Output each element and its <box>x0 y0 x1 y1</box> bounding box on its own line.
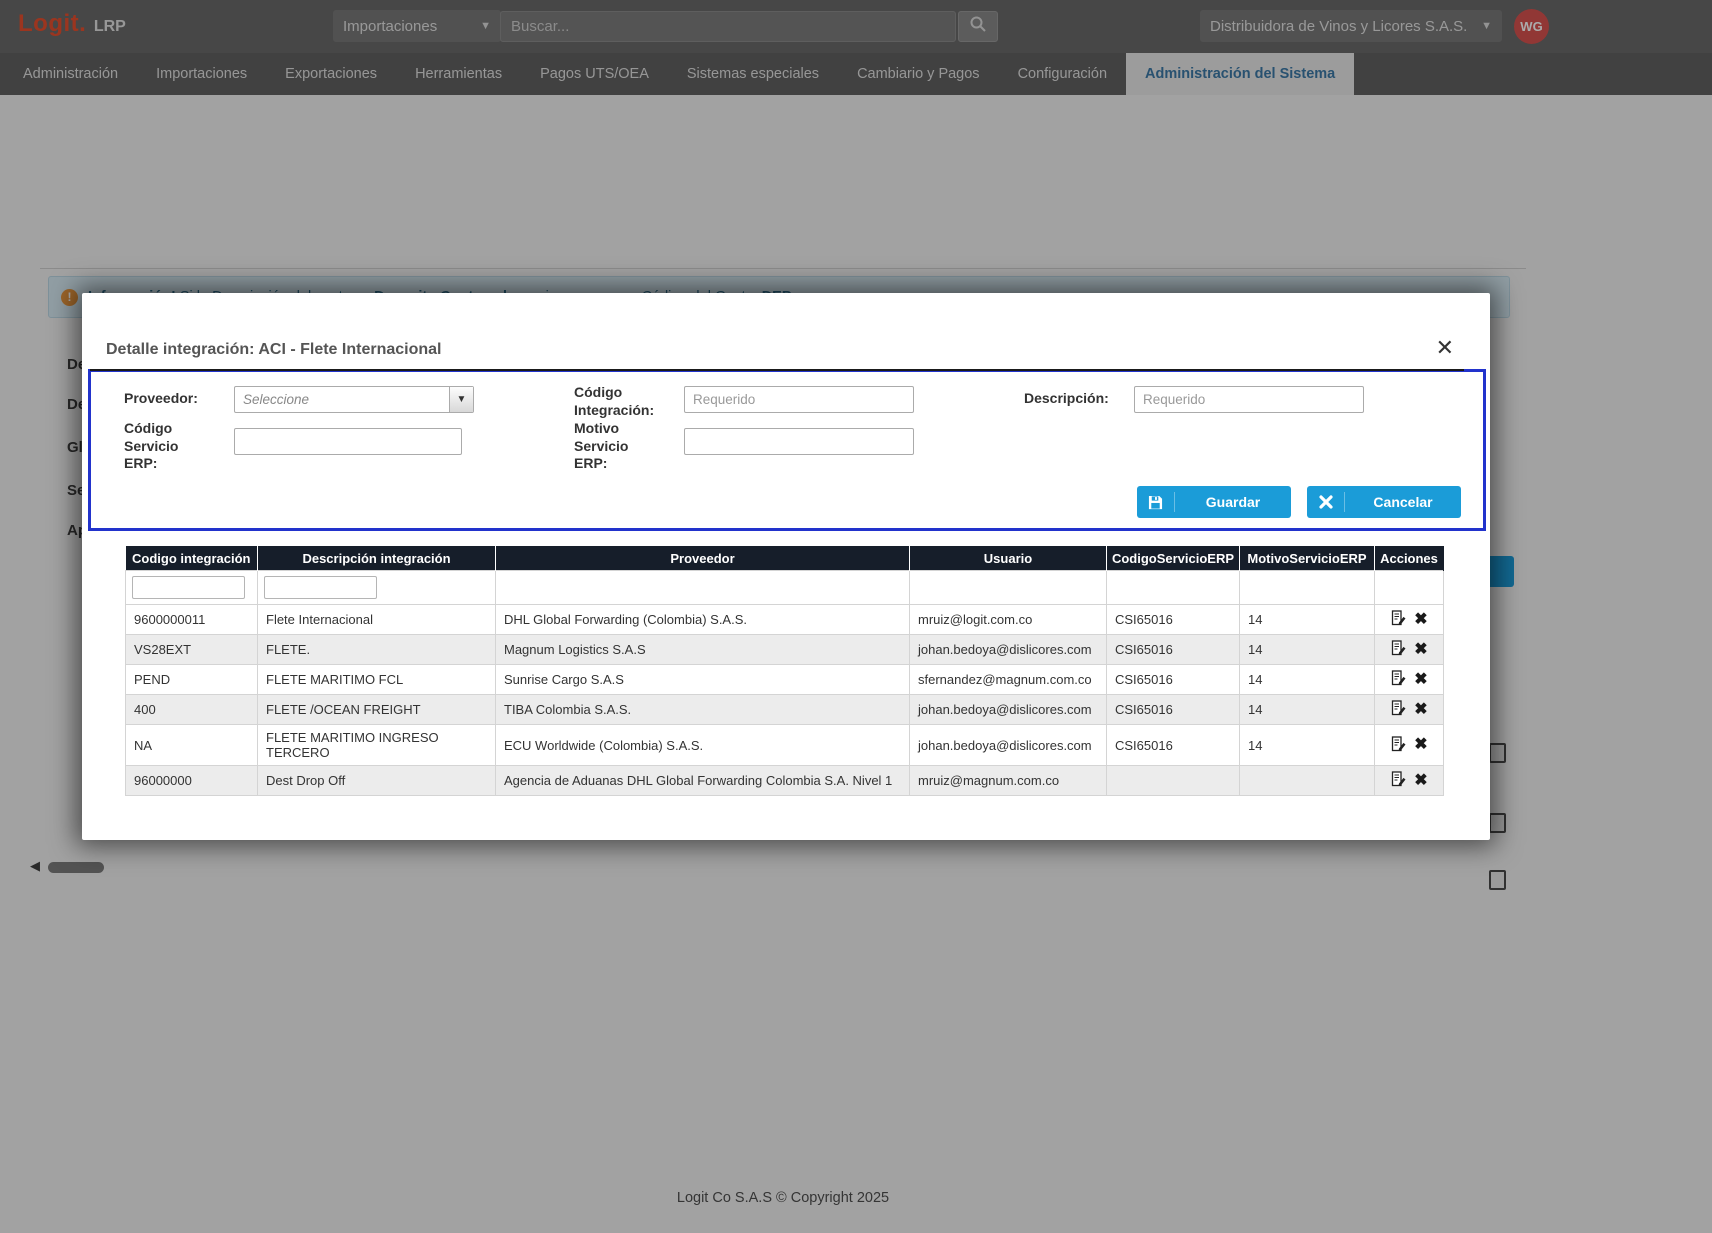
integration-table: Codigo integraciónDescripción integració… <box>125 546 1444 796</box>
cell-codigo: NA <box>126 725 258 766</box>
codigo-integracion-input[interactable] <box>684 386 914 413</box>
delete-icon[interactable]: ✖ <box>1414 737 1427 753</box>
cell-motivo-erp <box>1240 766 1375 796</box>
delete-icon[interactable]: ✖ <box>1414 773 1427 789</box>
cell-proveedor: TIBA Colombia S.A.S. <box>496 695 910 725</box>
cell-codigo-erp: CSI65016 <box>1107 605 1240 635</box>
cell-codigo-erp: CSI65016 <box>1107 725 1240 766</box>
integration-form: Proveedor: Seleccione ▼ Código Integraci… <box>88 369 1486 531</box>
cell-acciones: ✖ <box>1375 665 1444 695</box>
cell-codigo: 400 <box>126 695 258 725</box>
proveedor-label: Proveedor: <box>124 390 198 408</box>
header-row: Codigo integraciónDescripción integració… <box>126 547 1444 571</box>
cell-acciones: ✖ <box>1375 695 1444 725</box>
table-row: VS28EXTFLETE.Magnum Logistics S.A.Sjohan… <box>126 635 1444 665</box>
table-row: 9600000011Flete InternacionalDHL Global … <box>126 605 1444 635</box>
cell-codigo-erp: CSI65016 <box>1107 635 1240 665</box>
cell-proveedor: Magnum Logistics S.A.S <box>496 635 910 665</box>
cell-motivo-erp: 14 <box>1240 635 1375 665</box>
cell-proveedor: Sunrise Cargo S.A.S <box>496 665 910 695</box>
cell-acciones: ✖ <box>1375 766 1444 796</box>
cell-codigo: PEND <box>126 665 258 695</box>
cell-descripcion: FLETE MARITIMO FCL <box>258 665 496 695</box>
column-header[interactable]: Codigo integración <box>126 547 258 571</box>
chevron-down-icon: ▼ <box>449 387 473 412</box>
screen: Logit. LRP Importaciones ▼ Distribuidora… <box>0 0 1712 1233</box>
proveedor-select[interactable]: Seleccione ▼ <box>234 386 474 413</box>
filter-descripcion-input[interactable] <box>264 576 377 599</box>
integration-table-head: Codigo integraciónDescripción integració… <box>126 547 1444 571</box>
column-header[interactable]: MotivoServicioERP <box>1240 547 1375 571</box>
save-button-label: Guardar <box>1175 494 1291 510</box>
column-header[interactable]: Usuario <box>910 547 1107 571</box>
modal-descripcion-label: Descripción: <box>1024 390 1109 408</box>
table-row: NAFLETE MARITIMO INGRESO TERCEROECU Worl… <box>126 725 1444 766</box>
cell-codigo-erp: CSI65016 <box>1107 695 1240 725</box>
column-header[interactable]: Proveedor <box>496 547 910 571</box>
column-header[interactable]: CodigoServicioERP <box>1107 547 1240 571</box>
motivo-servicio-erp-label: Motivo Servicio ERP: <box>574 420 644 473</box>
edit-icon[interactable] <box>1390 610 1406 629</box>
cell-proveedor: DHL Global Forwarding (Colombia) S.A.S. <box>496 605 910 635</box>
cell-usuario: johan.bedoya@dislicores.com <box>910 635 1107 665</box>
cancel-icon <box>1307 492 1345 512</box>
filter-codigo-input[interactable] <box>132 576 245 599</box>
column-header[interactable]: Acciones <box>1375 547 1444 571</box>
codigo-servicio-erp-label: Código Servicio ERP: <box>124 420 194 473</box>
cell-usuario: mruiz@logit.com.co <box>910 605 1107 635</box>
cell-codigo: VS28EXT <box>126 635 258 665</box>
cell-motivo-erp: 14 <box>1240 725 1375 766</box>
modal-descripcion-input[interactable] <box>1134 386 1364 413</box>
cell-codigo-erp: CSI65016 <box>1107 665 1240 695</box>
cell-usuario: johan.bedoya@dislicores.com <box>910 695 1107 725</box>
edit-icon[interactable] <box>1390 771 1406 790</box>
delete-icon[interactable]: ✖ <box>1414 672 1427 688</box>
edit-icon[interactable] <box>1390 670 1406 689</box>
cell-descripcion: FLETE MARITIMO INGRESO TERCERO <box>258 725 496 766</box>
cell-motivo-erp: 14 <box>1240 695 1375 725</box>
save-icon <box>1137 492 1175 512</box>
modal-detalle-integracion: Detalle integración: ACI - Flete Interna… <box>82 293 1490 840</box>
codigo-integracion-label: Código Integración: <box>574 384 666 419</box>
cell-descripcion: Flete Internacional <box>258 605 496 635</box>
motivo-servicio-erp-input[interactable] <box>684 428 914 455</box>
table-row: PENDFLETE MARITIMO FCLSunrise Cargo S.A.… <box>126 665 1444 695</box>
table-row: 400FLETE /OCEAN FREIGHTTIBA Colombia S.A… <box>126 695 1444 725</box>
cell-codigo: 96000000 <box>126 766 258 796</box>
cell-acciones: ✖ <box>1375 605 1444 635</box>
integration-table-body: 9600000011Flete InternacionalDHL Global … <box>126 571 1444 796</box>
cell-proveedor: ECU Worldwide (Colombia) S.A.S. <box>496 725 910 766</box>
cell-usuario: mruiz@magnum.com.co <box>910 766 1107 796</box>
cell-codigo-erp <box>1107 766 1240 796</box>
edit-icon[interactable] <box>1390 700 1406 719</box>
cell-acciones: ✖ <box>1375 725 1444 766</box>
cancel-button-label: Cancelar <box>1345 494 1461 510</box>
modal-title: Detalle integración: ACI - Flete Interna… <box>106 341 441 359</box>
filter-row <box>126 571 1444 605</box>
save-button[interactable]: Guardar <box>1137 486 1291 518</box>
edit-icon[interactable] <box>1390 736 1406 755</box>
cell-motivo-erp: 14 <box>1240 665 1375 695</box>
column-header[interactable]: Descripción integración <box>258 547 496 571</box>
delete-icon[interactable]: ✖ <box>1414 642 1427 658</box>
cell-descripcion: FLETE /OCEAN FREIGHT <box>258 695 496 725</box>
cell-proveedor: Agencia de Aduanas DHL Global Forwarding… <box>496 766 910 796</box>
table-row: 96000000Dest Drop OffAgencia de Aduanas … <box>126 766 1444 796</box>
cancel-button[interactable]: Cancelar <box>1307 486 1461 518</box>
cell-usuario: sfernandez@magnum.com.co <box>910 665 1107 695</box>
close-icon[interactable]: ✕ <box>1436 337 1454 359</box>
edit-icon[interactable] <box>1390 640 1406 659</box>
cell-usuario: johan.bedoya@dislicores.com <box>910 725 1107 766</box>
cell-motivo-erp: 14 <box>1240 605 1375 635</box>
cell-codigo: 9600000011 <box>126 605 258 635</box>
cell-acciones: ✖ <box>1375 635 1444 665</box>
cell-descripcion: Dest Drop Off <box>258 766 496 796</box>
codigo-servicio-erp-input[interactable] <box>234 428 462 455</box>
divider <box>90 369 1464 371</box>
proveedor-select-value: Seleccione <box>235 392 449 407</box>
delete-icon[interactable]: ✖ <box>1414 612 1427 628</box>
delete-icon[interactable]: ✖ <box>1414 702 1427 718</box>
cell-descripcion: FLETE. <box>258 635 496 665</box>
